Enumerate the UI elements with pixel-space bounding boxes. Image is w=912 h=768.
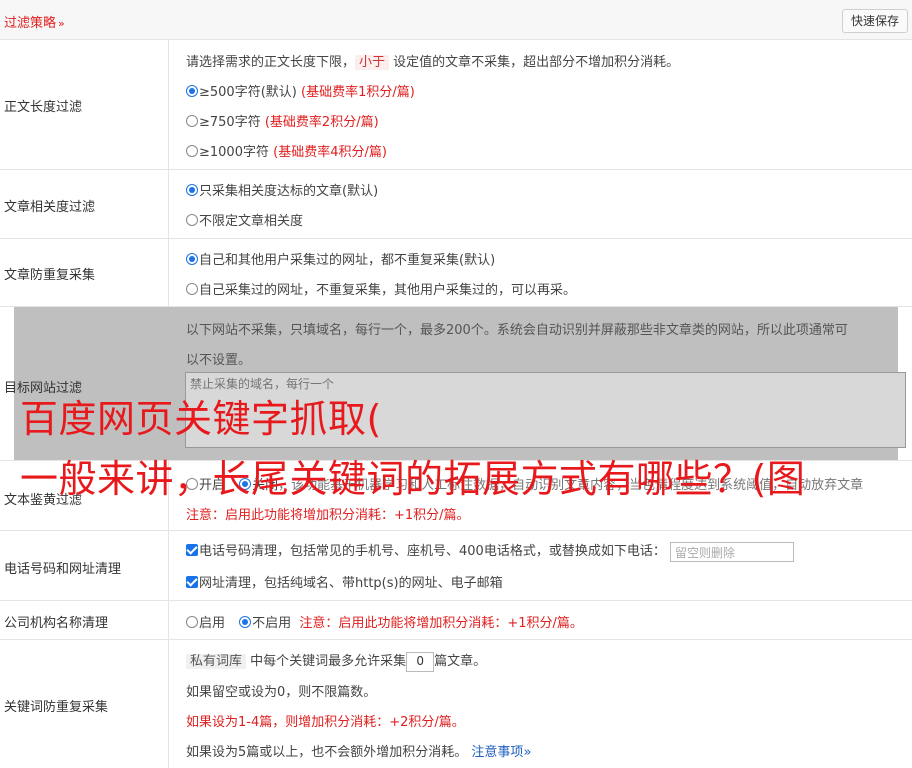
chevron-down-icon: » [58, 17, 65, 30]
row-label: 文章防重复采集 [4, 268, 96, 283]
checkbox[interactable] [186, 544, 198, 556]
relevance-filter-row: 文章相关度过滤 只采集相关度达标的文章(默认) 不限定文章相关度 [0, 170, 912, 239]
phone-url-row: 电话号码和网址清理 电话号码清理，包括常见的手机号、座机号、400电话格式，或替… [0, 531, 912, 601]
row-label: 公司机构名称清理 [4, 616, 109, 631]
option-disable[interactable]: 不启用 [252, 616, 291, 631]
option-enable[interactable]: 启用 [199, 616, 225, 631]
row-label: 关键词防重复采集 [4, 700, 109, 715]
relevance-option-qualified[interactable]: 只采集相关度达标的文章(默认) [186, 180, 378, 199]
length-filter-row: 正文长度过滤 请选择需求的正文长度下限， 小于 设定值的文章不采集，超出部分不增加… [0, 40, 912, 170]
checkbox[interactable] [186, 576, 198, 588]
target-site-description: 以下网站不采集，只填域名，每行一个，最多200个。系统会自动识别并屏蔽那些非文章… [186, 323, 848, 338]
relevance-option-unlimited[interactable]: 不限定文章相关度 [186, 210, 303, 229]
row-label: 电话号码和网址清理 [4, 562, 122, 577]
divider [168, 640, 169, 768]
max-articles-input[interactable]: 0 [406, 651, 435, 672]
divider [168, 531, 169, 600]
private-lexicon-tag[interactable]: 私有词库 [186, 654, 247, 669]
keyword-hint-cost: 如果设为1-4篇，则增加积分消耗：+2积分/篇。 [186, 715, 465, 730]
text-review-note: 注意：启用此功能将增加积分消耗：+1积分/篇。 [186, 508, 470, 523]
keyword-hint-unlimited: 如果留空或设为0，则不限篇数。 [186, 685, 377, 700]
divider [168, 170, 169, 238]
overlay-title-line2: 一般来讲，长尾关键词的拓展方式有哪些？(图 [20, 457, 806, 501]
radio-button[interactable] [186, 214, 198, 226]
duplicate-filter-row: 文章防重复采集 自己和其他用户采集过的网址，都不重复采集(默认) 自己采集过的网… [0, 239, 912, 307]
radio-button[interactable] [186, 253, 198, 265]
radio-button[interactable] [186, 184, 198, 196]
company-note: 注意：启用此功能将增加积分消耗：+1积分/篇。 [299, 616, 583, 631]
notice-link[interactable]: 注意事项» [471, 745, 531, 760]
radio-button[interactable] [186, 283, 198, 295]
duplicate-option-all[interactable]: 自己和其他用户采集过的网址，都不重复采集(默认) [186, 249, 495, 268]
phone-cleanup-option[interactable]: 电话号码清理，包括常见的手机号、座机号、400电话格式，或替换成如下电话： 留空… [186, 540, 794, 562]
replacement-phone-input[interactable]: 留空则删除 [669, 541, 794, 562]
length-option-1000[interactable]: ≥1000字符 (基础费率4积分/篇) [186, 141, 387, 160]
keyword-hint-free: 如果设为5篇或以上，也不会额外增加积分消耗。 注意事项» [186, 745, 532, 760]
radio-button[interactable] [186, 616, 198, 628]
length-option-500[interactable]: ≥500字符(默认) (基础费率1积分/篇) [186, 81, 415, 100]
radio-button[interactable] [186, 115, 198, 127]
company-options: 启用 不启用 注意：启用此功能将增加积分消耗：+1积分/篇。 [186, 612, 583, 631]
keyword-dup-row: 关键词防重复采集 私有词库 中每个关键词最多允许采集 0 篇文章。 如果留空或设为0… [0, 640, 912, 768]
row-label: 正文长度过滤 [4, 100, 83, 115]
filter-strategy-header: 过滤策略» 快速保存 [0, 0, 912, 40]
chevron-down-icon: » [523, 745, 532, 760]
quick-save-button[interactable]: 快速保存 [841, 9, 908, 33]
radio-button[interactable] [186, 145, 198, 157]
radio-button[interactable] [186, 85, 198, 97]
divider [168, 239, 169, 306]
overlay-title-line1: 百度网页关键字抓取( [20, 397, 382, 441]
length-option-750[interactable]: ≥750字符 (基础费率2积分/篇) [186, 111, 379, 130]
length-description: 请选择需求的正文长度下限， 小于 设定值的文章不采集，超出部分不增加积分消耗。 [186, 55, 680, 70]
radio-button[interactable] [239, 616, 252, 628]
keyword-limit-line: 私有词库 中每个关键词最多允许采集 0 篇文章。 [186, 650, 486, 672]
duplicate-option-self[interactable]: 自己采集过的网址，不重复采集，其他用户采集过的，可以再采。 [186, 279, 576, 298]
target-site-description-cont: 以不设置。 [186, 353, 252, 368]
divider [168, 601, 169, 639]
divider [168, 40, 169, 169]
company-cleanup-row: 公司机构名称清理 启用 不启用 注意：启用此功能将增加积分消耗：+1积分/篇。 [0, 601, 912, 640]
row-label: 文章相关度过滤 [4, 200, 96, 215]
section-title[interactable]: 过滤策略» [4, 12, 65, 31]
url-cleanup-option[interactable]: 网址清理，包括纯域名、带http(s)的网址、电子邮箱 [186, 572, 503, 591]
